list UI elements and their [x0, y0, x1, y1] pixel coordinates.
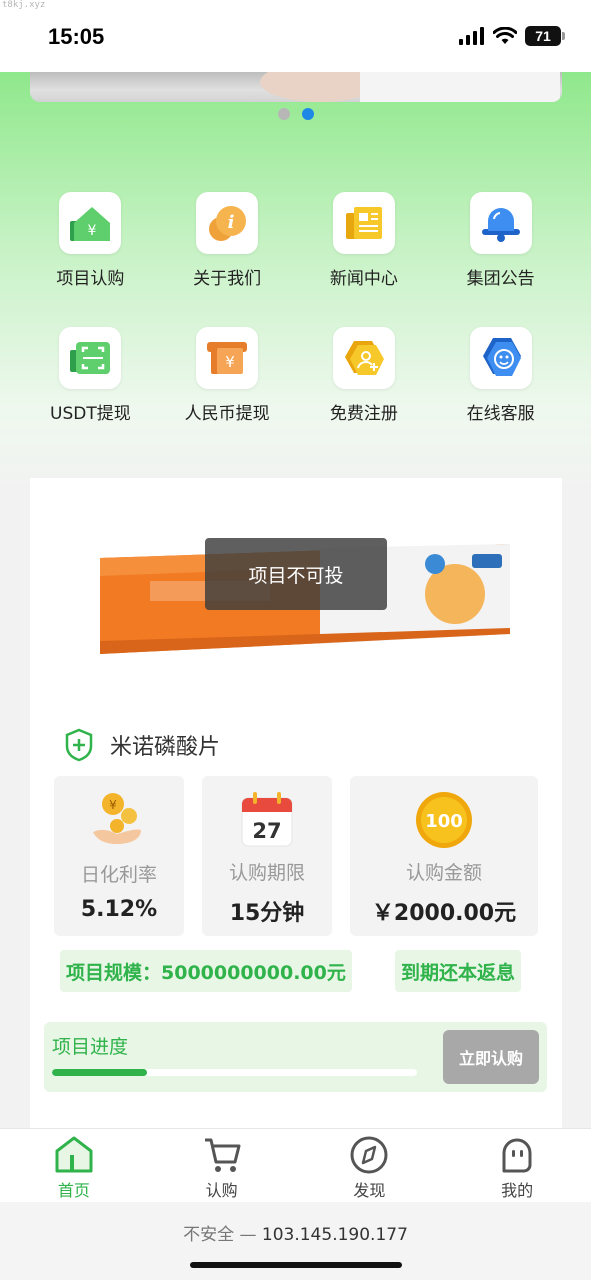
calendar-icon: 27	[241, 792, 293, 847]
svg-text:¥: ¥	[88, 223, 97, 239]
bell-icon	[481, 208, 520, 242]
svg-text:100: 100	[425, 811, 463, 832]
browser-address-bar[interactable]: 不安全 — 103.145.190.177	[0, 1202, 591, 1280]
progress-bar	[52, 1069, 417, 1076]
bottom-tabbar: 首页 认购 发现 我的	[0, 1128, 591, 1202]
status-bar: 15:05 71	[0, 0, 591, 72]
customer-service-icon	[482, 338, 521, 376]
scan-wallet-icon	[70, 342, 111, 374]
newspaper-icon	[345, 207, 382, 239]
menu-item-about-us[interactable]: i 关于我们	[159, 192, 296, 289]
stat-amount: 100 认购金额 ￥2000.00元	[350, 776, 538, 936]
address-separator: —	[239, 1225, 257, 1245]
menu-item-project-subscribe[interactable]: ¥ 项目认购	[22, 192, 159, 289]
svg-text:i: i	[228, 212, 235, 233]
wifi-icon	[493, 27, 517, 44]
shield-plus-icon	[65, 728, 93, 762]
toast-message: 项目不可投	[205, 538, 387, 610]
menu-item-free-register[interactable]: 免费注册	[296, 327, 433, 424]
project-scale-tag: 项目规模：5000000000.00元	[60, 950, 352, 992]
battery-icon: 71	[525, 26, 565, 46]
product-card: 项目不可投 米诺磷酸片 ¥ 日化利率 5.12% 27 认购期限 15分钟 10…	[30, 478, 562, 1138]
menu-item-online-service[interactable]: 在线客服	[432, 327, 569, 424]
home-indicator	[190, 1262, 402, 1268]
menu-item-news-center[interactable]: 新闻中心	[296, 192, 433, 289]
info-coin-icon: i	[209, 206, 247, 241]
stat-term: 27 认购期限 15分钟	[202, 776, 332, 936]
progress-section: 项目进度 立即认购	[44, 1022, 547, 1092]
address-host: 103.145.190.177	[261, 1225, 408, 1245]
menu-item-usdt-withdraw[interactable]: USDT提现	[22, 327, 159, 424]
coins-hand-icon: ¥	[93, 793, 141, 844]
svg-text:¥: ¥	[109, 798, 117, 812]
compass-icon	[350, 1136, 388, 1174]
atm-yen-icon: ¥	[207, 342, 248, 374]
status-time: 15:05	[48, 24, 105, 49]
svg-text:¥: ¥	[225, 353, 235, 371]
menu-grid: ¥ 项目认购 i 关于我们 新闻中心 集团公告 USDT提现 ¥ 人民币提现 免…	[22, 192, 569, 424]
tab-subscribe[interactable]: 认购	[148, 1129, 296, 1202]
watermark: t8kj.xyz	[2, 0, 46, 10]
return-policy-tag: 到期还本返息	[395, 950, 522, 992]
menu-item-rmb-withdraw[interactable]: ¥ 人民币提现	[159, 327, 296, 424]
svg-text:27: 27	[252, 819, 281, 843]
security-warning: 不安全	[183, 1225, 235, 1245]
progress-fill	[52, 1069, 147, 1076]
signal-icon	[459, 27, 484, 45]
cart-icon	[204, 1138, 241, 1172]
carousel-dot-active[interactable]	[301, 108, 314, 120]
tab-mine[interactable]: 我的	[443, 1129, 591, 1202]
add-user-icon	[344, 341, 384, 375]
tab-home[interactable]: 首页	[0, 1129, 148, 1202]
carousel-dot[interactable]	[277, 108, 290, 120]
profile-icon	[502, 1138, 532, 1173]
stat-daily-rate: ¥ 日化利率 5.12%	[54, 776, 184, 936]
tab-discover[interactable]: 发现	[296, 1129, 444, 1202]
gold-coin-icon: 100	[416, 792, 472, 848]
banner-image[interactable]	[30, 72, 562, 102]
home-icon	[55, 1136, 93, 1173]
menu-item-group-notice[interactable]: 集团公告	[432, 192, 569, 289]
carousel-dots	[0, 108, 591, 120]
house-yen-icon: ¥	[70, 207, 111, 241]
product-name: 米诺磷酸片	[110, 735, 221, 760]
progress-label: 项目进度	[52, 1036, 129, 1058]
subscribe-button[interactable]: 立即认购	[443, 1030, 539, 1084]
